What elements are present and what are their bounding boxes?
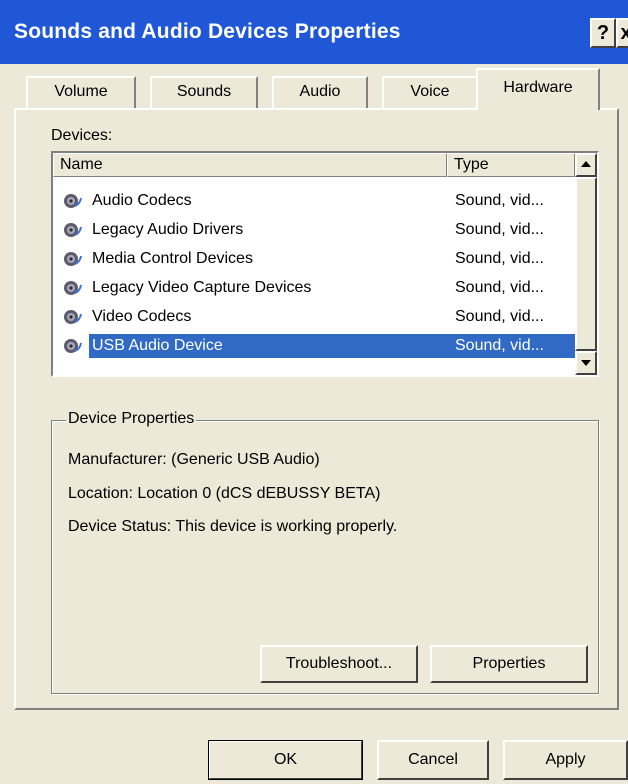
device-type: Sound, vid...	[455, 192, 544, 209]
list-item-selected[interactable]: USB Audio Device Sound, vid...	[53, 332, 575, 361]
devices-list[interactable]: Name Type Audio Codecs Sound, vid... Leg…	[51, 151, 599, 377]
device-type: Sound, vid...	[455, 308, 544, 325]
tab-sounds[interactable]: Sounds	[150, 76, 258, 108]
column-header-type[interactable]: Type	[447, 153, 575, 177]
device-name: Media Control Devices	[92, 250, 253, 267]
device-name: Legacy Audio Drivers	[92, 221, 244, 238]
device-name: Video Codecs	[92, 308, 192, 325]
tab-volume[interactable]: Volume	[26, 76, 136, 108]
manufacturer-text: Manufacturer: (Generic USB Audio)	[68, 451, 320, 468]
speaker-icon	[64, 194, 82, 208]
speaker-icon	[64, 339, 82, 353]
tab-hardware[interactable]: Hardware	[476, 68, 600, 110]
vertical-scrollbar[interactable]	[575, 153, 597, 375]
arrow-up-icon	[581, 161, 591, 167]
help-button[interactable]: ?	[590, 18, 616, 48]
device-name: Legacy Video Capture Devices	[92, 279, 312, 296]
ok-button[interactable]: OK	[208, 740, 363, 780]
speaker-icon	[64, 310, 82, 324]
arrow-down-icon	[581, 360, 591, 366]
column-header-label: Type	[454, 156, 489, 173]
list-item[interactable]: Legacy Video Capture Devices Sound, vid.…	[53, 274, 575, 303]
tab-voice[interactable]: Voice	[382, 76, 478, 108]
device-type: Sound, vid...	[451, 334, 575, 358]
scroll-up-button[interactable]	[575, 153, 597, 177]
tab-label: Hardware	[503, 79, 573, 96]
device-name: USB Audio Device	[89, 334, 457, 358]
troubleshoot-button[interactable]: Troubleshoot...	[260, 645, 418, 683]
column-header-label: Name	[60, 156, 103, 173]
list-item[interactable]: Audio Codecs Sound, vid...	[53, 187, 575, 216]
location-text: Location: Location 0 (dCS dEBUSSY BETA)	[68, 485, 381, 502]
close-button[interactable]: x	[616, 18, 628, 48]
window-title: Sounds and Audio Devices Properties	[14, 20, 401, 43]
properties-button[interactable]: Properties	[430, 645, 588, 683]
devices-label: Devices:	[51, 127, 113, 144]
tab-label: Audio	[299, 83, 341, 100]
scroll-thumb[interactable]	[575, 177, 597, 351]
list-item[interactable]: Video Codecs Sound, vid...	[53, 303, 575, 332]
speaker-icon	[64, 252, 82, 266]
column-header-name[interactable]: Name	[53, 153, 447, 177]
title-bar[interactable]: Sounds and Audio Devices Properties ? x	[0, 0, 628, 64]
device-type: Sound, vid...	[455, 279, 544, 296]
speaker-icon	[64, 223, 82, 237]
group-legend: Device Properties	[66, 410, 197, 428]
apply-button[interactable]: Apply	[503, 740, 628, 780]
device-type: Sound, vid...	[455, 221, 544, 238]
scroll-down-button[interactable]	[575, 351, 597, 375]
list-item[interactable]: Media Control Devices Sound, vid...	[53, 245, 575, 274]
device-properties-group: Device Properties Manufacturer: (Generic…	[51, 410, 599, 694]
speaker-icon	[64, 281, 82, 295]
tab-label: Sounds	[176, 83, 232, 100]
tab-label: Voice	[410, 83, 450, 100]
tab-label: Volume	[54, 83, 108, 100]
list-item[interactable]: Legacy Audio Drivers Sound, vid...	[53, 216, 575, 245]
tab-audio[interactable]: Audio	[272, 76, 368, 108]
cancel-button[interactable]: Cancel	[377, 740, 489, 780]
device-name: Audio Codecs	[92, 192, 192, 209]
device-type: Sound, vid...	[455, 250, 544, 267]
device-status-text: Device Status: This device is working pr…	[68, 518, 398, 535]
